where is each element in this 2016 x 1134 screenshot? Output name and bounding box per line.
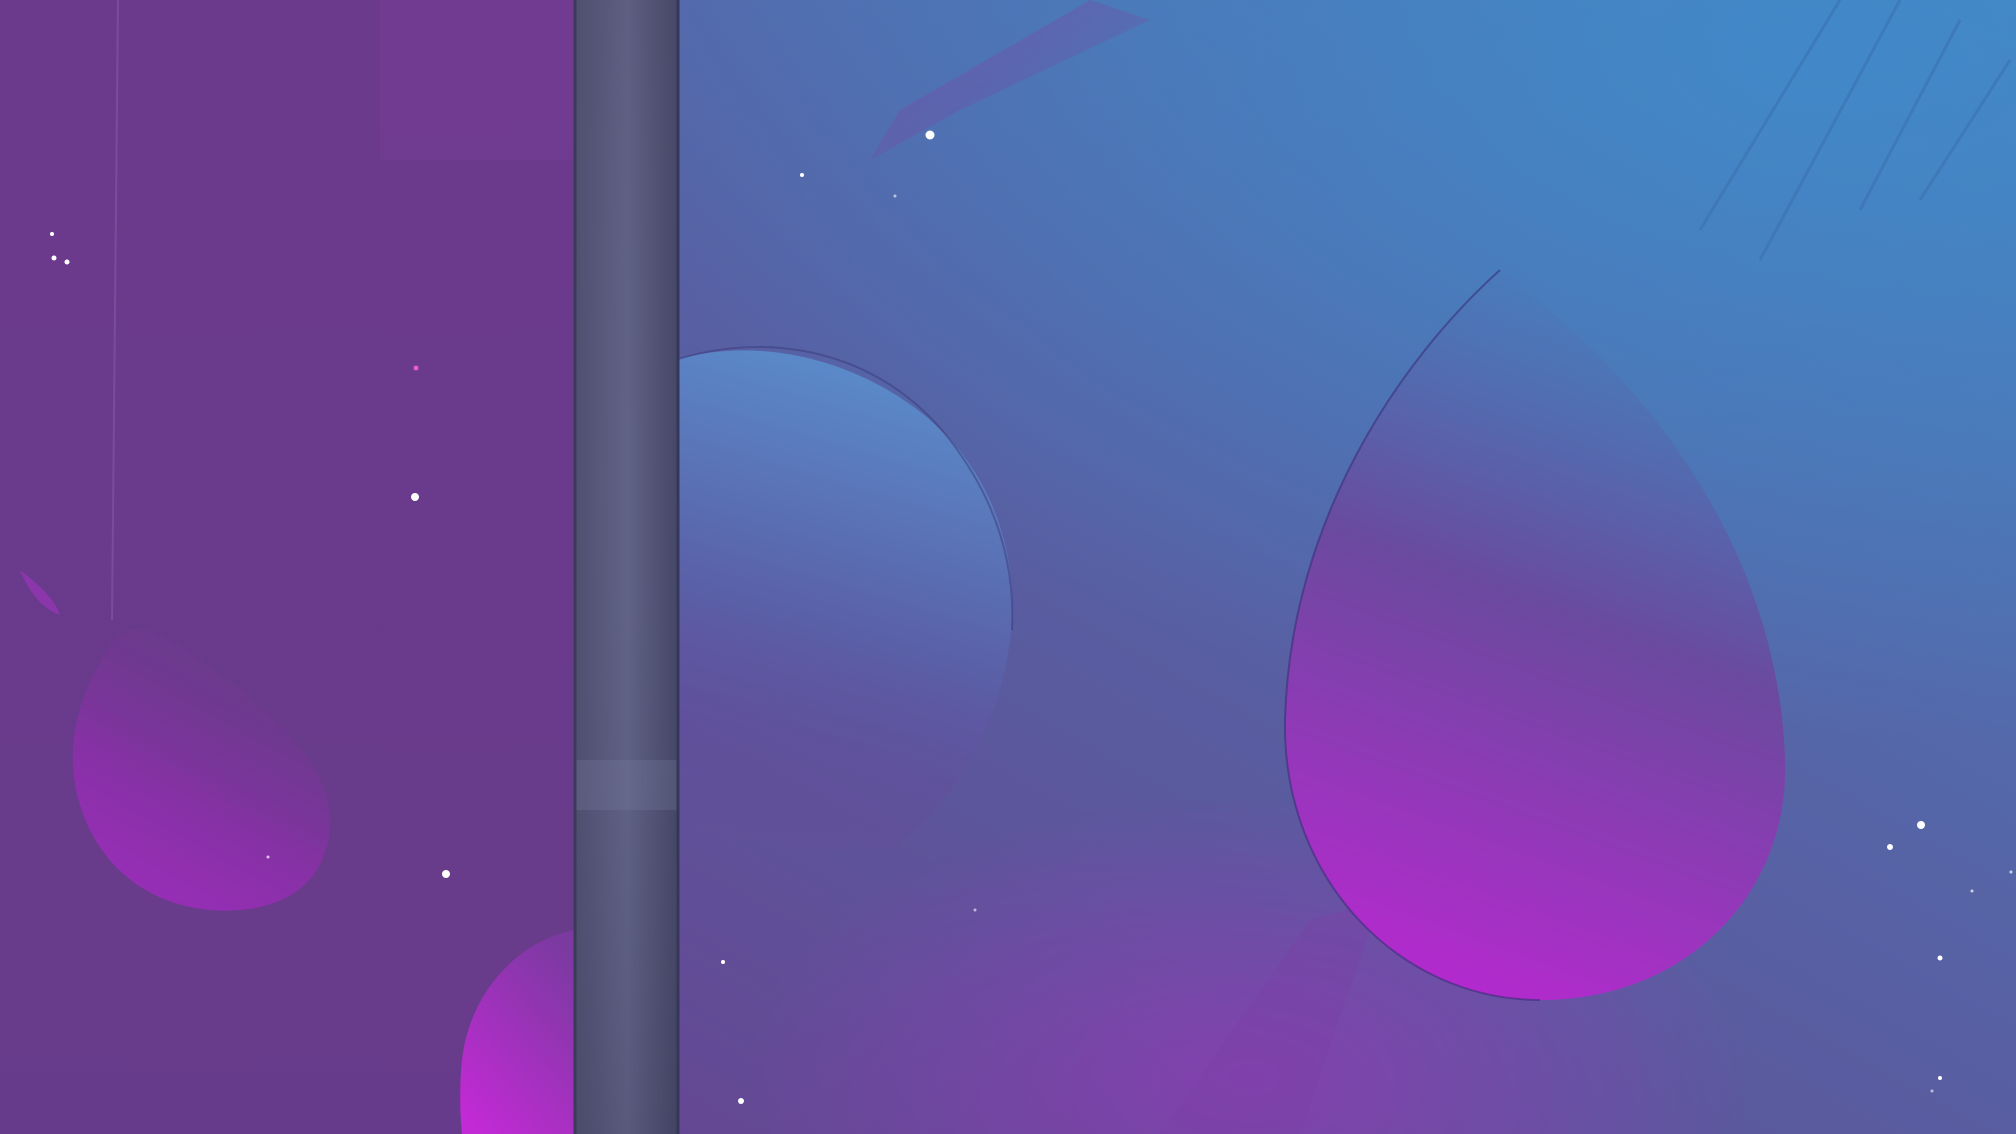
star	[893, 194, 897, 198]
wallpaper-art	[0, 0, 2016, 1134]
star	[266, 855, 270, 859]
background-left-panel	[0, 0, 575, 1134]
star	[2009, 870, 2013, 874]
star	[1938, 1076, 1942, 1080]
pillar-highlight-band	[575, 760, 679, 810]
star	[800, 173, 804, 177]
star	[1970, 889, 1974, 893]
left-panel-faint-stripe	[380, 0, 575, 160]
star	[442, 870, 450, 878]
star	[413, 365, 419, 371]
star	[721, 960, 725, 964]
star	[51, 255, 57, 261]
abstract-space-wallpaper	[0, 0, 2016, 1134]
star	[925, 130, 935, 140]
star	[1887, 844, 1893, 850]
star	[50, 232, 54, 236]
star	[64, 259, 70, 265]
star	[738, 1098, 744, 1104]
star	[1917, 821, 1925, 829]
star	[1937, 955, 1943, 961]
star	[1930, 1089, 1934, 1093]
vertical-pillar-shading	[575, 0, 679, 1134]
star	[973, 908, 977, 912]
star	[411, 493, 419, 501]
